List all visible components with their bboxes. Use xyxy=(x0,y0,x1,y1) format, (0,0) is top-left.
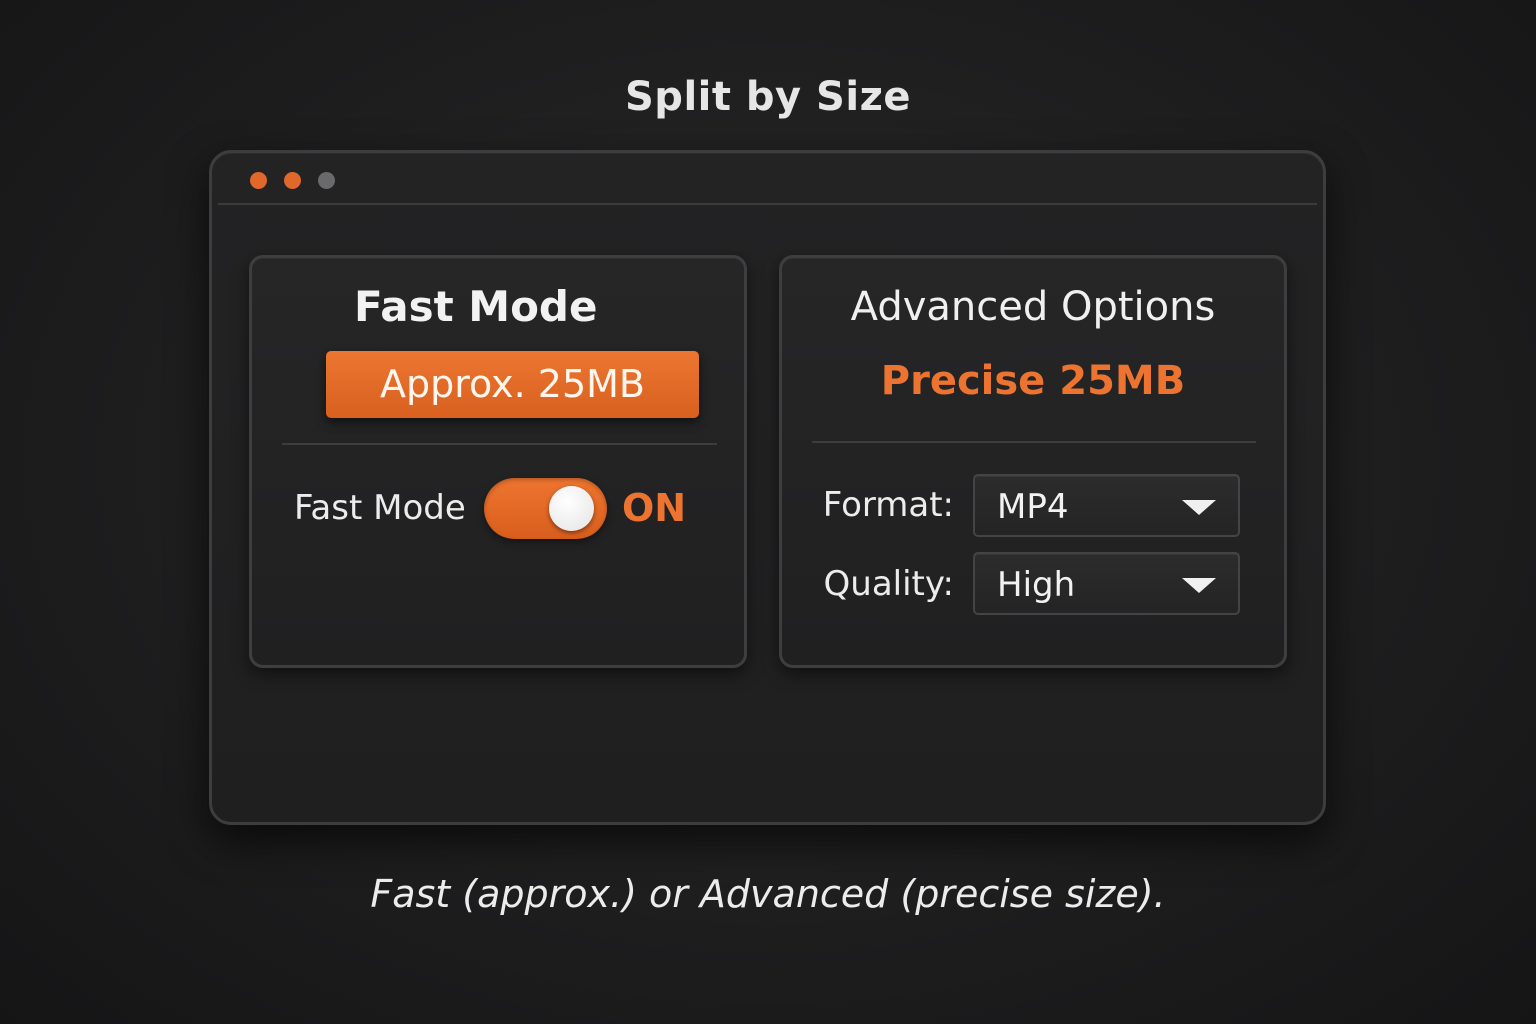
window-titlebar xyxy=(218,153,1317,205)
toggle-knob xyxy=(549,486,594,531)
advanced-options-title: Advanced Options xyxy=(850,284,1216,330)
format-select-value: MP4 xyxy=(997,487,1069,527)
quality-label: Quality: xyxy=(823,564,954,604)
format-select[interactable]: MP4 xyxy=(973,474,1240,537)
chevron-down-icon xyxy=(1182,578,1216,593)
caption-text: Fast (approx.) or Advanced (precise size… xyxy=(370,872,1166,916)
panel-divider xyxy=(282,443,717,445)
advanced-options-panel: Advanced Options Precise 25MB Format: MP… xyxy=(779,255,1287,668)
close-window-button[interactable] xyxy=(250,172,267,189)
toggle-state-text: ON xyxy=(622,486,687,530)
chevron-down-icon xyxy=(1182,500,1216,515)
precise-size-label: Precise 25MB xyxy=(880,358,1186,404)
quality-select-value: High xyxy=(997,565,1076,605)
fast-mode-title: Fast Mode xyxy=(354,282,598,331)
fast-mode-toggle[interactable] xyxy=(484,478,607,539)
fast-mode-panel: Fast Mode Approx. 25MB Fast Mode ON xyxy=(249,255,747,668)
minimize-window-button[interactable] xyxy=(284,172,301,189)
zoom-window-button[interactable] xyxy=(318,172,335,189)
quality-select[interactable]: High xyxy=(973,552,1240,615)
format-label: Format: xyxy=(822,485,954,525)
panel-divider xyxy=(812,441,1256,443)
app-window: Fast Mode Approx. 25MB Fast Mode ON Adva… xyxy=(209,150,1326,825)
fast-mode-toggle-label: Fast Mode xyxy=(294,488,466,528)
approx-size-badge: Approx. 25MB xyxy=(326,351,699,418)
page-heading: Split by Size xyxy=(625,74,911,120)
